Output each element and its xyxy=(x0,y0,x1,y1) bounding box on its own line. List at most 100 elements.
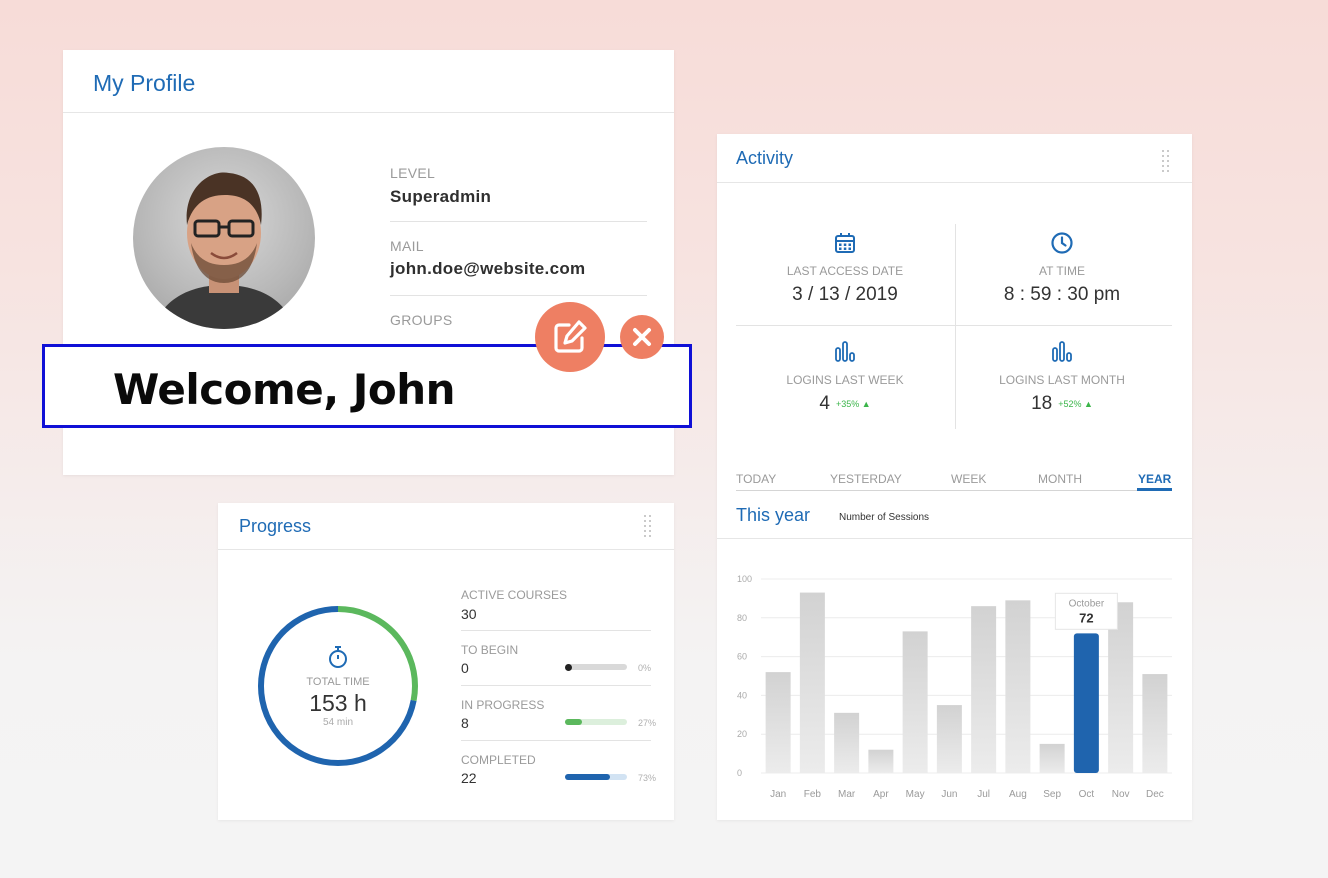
bar-oct[interactable] xyxy=(1074,633,1099,773)
profile-card-title: My Profile xyxy=(93,70,195,97)
calendar-icon xyxy=(833,231,857,255)
completed-value: 22 xyxy=(461,770,477,786)
divider xyxy=(461,685,651,686)
mail-value: john.doe@website.com xyxy=(390,259,585,279)
bar-jan[interactable] xyxy=(766,672,791,773)
bar-dec[interactable] xyxy=(1142,674,1167,773)
profile-card-header: My Profile xyxy=(63,50,674,113)
bar-aug[interactable] xyxy=(1005,600,1030,773)
logins-week-delta: +35% ▲ xyxy=(836,399,871,409)
total-time-minutes: 54 min xyxy=(253,717,423,728)
to-begin-value: 0 xyxy=(461,660,469,676)
last-access-label: LAST ACCESS DATE xyxy=(735,264,955,278)
logins-month-label: LOGINS LAST MONTH xyxy=(952,373,1172,387)
logins-month-stat: LOGINS LAST MONTH 18 +52% ▲ xyxy=(952,340,1172,415)
y-tick-label: 40 xyxy=(737,690,747,700)
tab-month[interactable]: MONTH xyxy=(1038,472,1082,486)
avatar xyxy=(133,147,315,329)
active-courses-label: ACTIVE COURSES xyxy=(461,588,567,602)
y-tick-label: 60 xyxy=(737,652,747,662)
total-time-center: TOTAL TIME 153 h 54 min xyxy=(253,601,423,728)
in-progress-value: 8 xyxy=(461,715,469,731)
divider xyxy=(390,295,647,296)
x-tick-label: Nov xyxy=(1112,789,1130,800)
completed-progress-fill xyxy=(565,774,610,780)
y-tick-label: 20 xyxy=(737,729,747,739)
in-progress-progress-bar xyxy=(565,719,627,725)
period-title: This year xyxy=(736,505,810,526)
in-progress-label: IN PROGRESS xyxy=(461,698,544,712)
tooltip-value: 72 xyxy=(1079,610,1093,625)
bar-jul[interactable] xyxy=(971,606,996,773)
groups-label: GROUPS xyxy=(390,312,452,328)
x-tick-label: Oct xyxy=(1079,789,1095,800)
close-button[interactable] xyxy=(620,315,664,359)
completed-percent: 73% xyxy=(638,773,656,783)
to-begin-progress-bar xyxy=(565,664,627,670)
chart-tooltip: October72 xyxy=(1055,593,1117,629)
clock-icon xyxy=(1050,231,1074,255)
metric-label: Number of Sessions xyxy=(839,512,929,523)
tab-year[interactable]: YEAR xyxy=(1138,472,1171,486)
drag-handle-icon[interactable] xyxy=(644,515,652,539)
sessions-chart: 020406080100JanFebMarAprMayJunJulAugSepO… xyxy=(717,538,1192,821)
active-courses-value: 30 xyxy=(461,606,477,622)
tab-yesterday[interactable]: YESTERDAY xyxy=(830,472,902,486)
logins-week-stat: LOGINS LAST WEEK 4 +35% ▲ xyxy=(735,340,955,415)
tab-bar-line xyxy=(736,490,1172,491)
mail-label: MAIL xyxy=(390,238,424,254)
completed-label: COMPLETED xyxy=(461,753,536,767)
logins-month-value: 18 xyxy=(1031,393,1052,414)
bar-chart-icon xyxy=(833,340,857,364)
logins-month-delta: +52% ▲ xyxy=(1058,399,1093,409)
in-progress-progress-fill xyxy=(565,719,582,725)
x-tick-label: May xyxy=(906,789,925,800)
tooltip-title: October xyxy=(1069,598,1105,609)
level-label: LEVEL xyxy=(390,165,435,181)
total-time-hours: 153 h xyxy=(253,690,423,717)
bar-jun[interactable] xyxy=(937,705,962,773)
progress-card: Progress TOTAL TIME 153 h 54 min ACTIVE … xyxy=(218,503,674,820)
x-tick-label: Dec xyxy=(1146,789,1164,800)
x-tick-label: Sep xyxy=(1043,789,1061,800)
progress-card-header: Progress xyxy=(218,503,674,550)
bar-apr[interactable] xyxy=(868,750,893,773)
bar-mar[interactable] xyxy=(834,713,859,773)
x-tick-label: Aug xyxy=(1009,789,1027,800)
last-access-value: 3 / 13 / 2019 xyxy=(735,284,955,306)
to-begin-progress-fill xyxy=(565,664,572,671)
edit-button[interactable] xyxy=(535,302,605,372)
y-tick-label: 80 xyxy=(737,613,747,623)
total-time-label: TOTAL TIME xyxy=(253,676,423,688)
active-tab-indicator xyxy=(1137,488,1172,491)
divider xyxy=(390,221,647,222)
completed-progress-bar xyxy=(565,774,627,780)
y-tick-label: 100 xyxy=(737,574,752,584)
level-value: Superadmin xyxy=(390,187,491,207)
x-tick-label: Mar xyxy=(838,789,856,800)
bar-feb[interactable] xyxy=(800,593,825,773)
activity-card-title: Activity xyxy=(736,148,793,169)
logins-week-value: 4 xyxy=(819,393,830,414)
at-time-label: AT TIME xyxy=(952,264,1172,278)
bar-chart-icon xyxy=(1050,340,1074,364)
in-progress-percent: 27% xyxy=(638,718,656,728)
at-time-stat: AT TIME 8 : 59 : 30 pm xyxy=(952,231,1172,306)
x-tick-label: Apr xyxy=(873,789,889,800)
bar-sep[interactable] xyxy=(1040,744,1065,773)
close-icon xyxy=(620,315,664,359)
tab-today[interactable]: TODAY xyxy=(736,472,776,486)
y-tick-label: 0 xyxy=(737,768,742,778)
divider xyxy=(461,740,651,741)
drag-handle-icon[interactable] xyxy=(1162,150,1170,174)
to-begin-label: TO BEGIN xyxy=(461,643,518,657)
edit-icon xyxy=(535,302,605,372)
divider xyxy=(461,630,651,631)
progress-card-title: Progress xyxy=(239,516,311,537)
tab-week[interactable]: WEEK xyxy=(951,472,986,486)
divider xyxy=(736,325,1172,326)
bar-may[interactable] xyxy=(903,631,928,773)
x-tick-label: Jan xyxy=(770,789,786,800)
sessions-chart-svg: 020406080100JanFebMarAprMayJunJulAugSepO… xyxy=(717,539,1192,821)
logins-week-label: LOGINS LAST WEEK xyxy=(735,373,955,387)
